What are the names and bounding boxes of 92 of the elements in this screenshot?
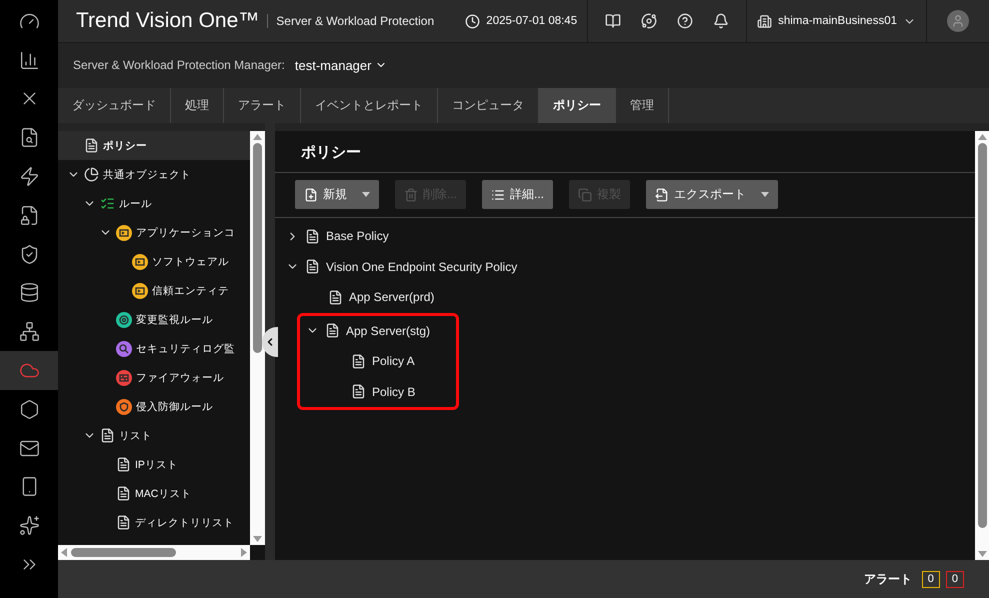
document-icon — [100, 428, 115, 443]
help-icon — [677, 13, 694, 29]
scroll-down-icon[interactable] — [253, 536, 262, 542]
tree-item[interactable]: IPリスト — [58, 450, 250, 479]
scroll-up-icon[interactable] — [253, 134, 262, 140]
lightning-icon — [18, 166, 40, 188]
toolbar-button[interactable]: エクスポート — [646, 180, 778, 209]
tree-item[interactable]: 共通オブジェクト — [58, 160, 250, 189]
document-icon — [116, 515, 131, 530]
trash-icon — [404, 188, 418, 202]
nav-tab[interactable]: イベントとレポート — [301, 88, 438, 123]
file-lock-icon — [18, 204, 40, 226]
vertical-scrollbar[interactable] — [250, 131, 265, 545]
page-title: ポリシー — [275, 131, 975, 173]
pie-icon — [84, 167, 99, 182]
list-icon — [491, 188, 506, 202]
manager-label: Server & Workload Protection Manager: — [73, 58, 285, 72]
radar-icon — [116, 312, 132, 328]
alert-count[interactable]: 0 — [946, 570, 964, 588]
policy-name[interactable]: Base Policy — [326, 229, 389, 244]
policy-icon — [84, 138, 99, 153]
hexagon-icon — [18, 398, 40, 420]
alert-count[interactable]: 0 — [922, 570, 940, 588]
building-icon — [757, 14, 772, 28]
policy-icon — [328, 290, 343, 305]
tree-item[interactable]: ルール — [58, 189, 250, 218]
new-file-icon — [304, 188, 318, 202]
scroll-left-icon[interactable] — [61, 548, 67, 557]
tree-item[interactable]: ソフトウェアル — [58, 247, 250, 276]
shield-icon — [116, 398, 132, 414]
user-avatar[interactable] — [947, 10, 969, 32]
policy-name[interactable]: Policy A — [372, 354, 415, 368]
caret-icon — [761, 192, 770, 197]
sparkles-icon — [18, 515, 40, 536]
clock-icon — [465, 14, 480, 28]
account-name[interactable]: shima-mainBusiness01 — [778, 15, 897, 27]
tree-item[interactable]: リスト — [58, 421, 250, 450]
tree-item[interactable]: 信頼エンティテ — [58, 276, 250, 305]
tree-item[interactable]: MACリスト — [58, 479, 250, 508]
policy-name[interactable]: Policy B — [372, 384, 416, 399]
brick-wall-icon — [116, 370, 132, 386]
scrollbar-thumb[interactable] — [71, 548, 176, 557]
horizontal-scrollbar[interactable] — [58, 545, 250, 560]
tree-item[interactable]: 侵入防御ルール — [58, 392, 250, 421]
orbit-icon — [641, 13, 658, 29]
network-icon — [18, 321, 40, 342]
toolbar-button[interactable]: 新規 — [295, 180, 379, 209]
toolbar-button[interactable]: 詳細... — [482, 180, 554, 209]
tree-item[interactable]: ポリシー — [58, 131, 250, 160]
nav-tab[interactable]: ダッシュボード — [58, 88, 171, 123]
scroll-right-icon[interactable] — [241, 548, 247, 557]
brand-title: Trend Vision One™ — [76, 9, 260, 33]
export-icon — [655, 188, 670, 202]
document-icon — [116, 486, 131, 501]
policy-name[interactable]: App Server(stg) — [346, 324, 430, 338]
tree-item[interactable]: セキュリティログ監 — [58, 334, 250, 363]
nav-tab[interactable]: ポリシー — [539, 88, 616, 123]
policy-icon — [305, 228, 320, 244]
product-name: Server & Workload Protection — [267, 14, 434, 28]
terminal-icon — [132, 282, 148, 298]
vertical-scrollbar[interactable] — [975, 131, 989, 560]
date-time: 2025-07-01 08:45 — [486, 15, 578, 27]
policy-icon — [325, 323, 340, 338]
policy-icon — [305, 259, 320, 274]
terminal-icon — [132, 254, 148, 270]
tree-item[interactable]: アプリケーションコ — [58, 218, 250, 247]
document-icon — [116, 457, 131, 472]
policy-name[interactable]: Vision One Endpoint Security Policy — [326, 260, 518, 274]
manager-select[interactable]: test-manager — [294, 58, 388, 72]
bar-chart-icon — [18, 50, 40, 71]
alert-label: アラート — [864, 570, 912, 588]
terminal-icon — [116, 224, 132, 240]
checklist-icon — [100, 196, 115, 211]
nav-tab[interactable]: 管理 — [616, 88, 669, 123]
database-icon — [18, 282, 40, 304]
scroll-up-icon[interactable] — [978, 134, 986, 140]
scroll-down-icon[interactable] — [978, 551, 986, 557]
copy-icon — [578, 188, 592, 202]
scrollbar-thumb[interactable] — [978, 143, 986, 528]
bell-icon — [713, 13, 730, 29]
scrollbar-thumb[interactable] — [253, 143, 262, 353]
tree-item[interactable]: ファイアウォール — [58, 363, 250, 392]
tree-item[interactable]: 変更監視ルール — [58, 305, 250, 334]
user-icon — [951, 14, 965, 28]
caret-icon — [362, 192, 370, 197]
book-icon — [605, 13, 622, 29]
policy-icon — [351, 384, 366, 400]
policy-icon — [351, 354, 366, 369]
tree-item[interactable]: ディレクトリリスト — [58, 508, 250, 537]
policy-name[interactable]: App Server(prd) — [349, 290, 434, 304]
nav-tab[interactable]: 処理 — [171, 88, 224, 123]
search-icon — [116, 340, 132, 356]
